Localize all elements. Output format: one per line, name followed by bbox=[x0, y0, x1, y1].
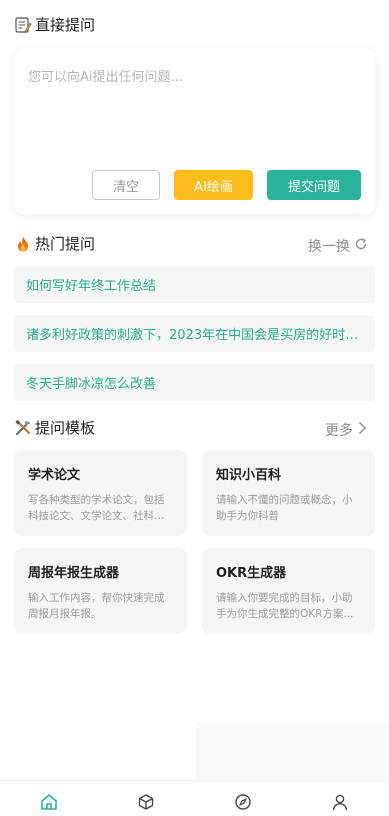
fire-icon bbox=[14, 235, 32, 253]
tab-explore[interactable] bbox=[135, 793, 157, 815]
tools-icon bbox=[14, 419, 32, 437]
template-title: 提问模板 bbox=[35, 419, 96, 437]
hot-question-text: 冬天手脚冰凉怎么改善 bbox=[26, 377, 157, 392]
refresh-label: 换一换 bbox=[308, 239, 350, 255]
home-icon bbox=[39, 792, 59, 816]
bottom-tab-bar bbox=[0, 780, 389, 815]
tab-profile[interactable] bbox=[329, 793, 351, 815]
refresh-link[interactable]: 换一换 bbox=[308, 236, 368, 256]
template-card-desc: 请输入你要完成的目标，小助手为你生成完整的OKR方案... bbox=[216, 592, 354, 620]
hot-question-text: 诸多利好政策的刺激下，2023年在中国会是买房的好时机吗？ bbox=[26, 328, 363, 343]
hot-question-item[interactable]: 冬天手脚冰凉怎么改善 bbox=[14, 364, 375, 401]
hot-question-text: 如何写好年终工作总结 bbox=[26, 279, 157, 294]
template-card-title: OKR生成器 bbox=[216, 566, 287, 581]
tab-home[interactable] bbox=[38, 793, 60, 815]
hot-title: 热门提问 bbox=[35, 235, 96, 253]
template-card-title: 周报年报生成器 bbox=[28, 566, 120, 581]
user-icon bbox=[331, 793, 349, 815]
template-section-title: 提问模板 bbox=[14, 417, 95, 438]
compass-icon bbox=[234, 793, 252, 815]
question-input[interactable] bbox=[28, 66, 358, 156]
template-card[interactable]: 知识小百科 请输入不懂的问题或概念，小助手为你科普 bbox=[202, 450, 375, 536]
memo-icon bbox=[14, 16, 32, 34]
refresh-icon bbox=[354, 237, 368, 255]
more-label: 更多 bbox=[325, 423, 353, 439]
tab-discover[interactable] bbox=[232, 793, 254, 815]
hot-question-item[interactable]: 如何写好年终工作总结 bbox=[14, 266, 375, 303]
more-templates-link[interactable]: 更多 bbox=[325, 420, 367, 440]
template-card[interactable]: OKR生成器 请输入你要完成的目标，小助手为你生成完整的OKR方案... bbox=[202, 548, 375, 634]
cube-icon bbox=[137, 793, 155, 815]
hot-section-title: 热门提问 bbox=[14, 233, 95, 254]
clear-button[interactable]: 清空 bbox=[92, 170, 160, 200]
template-card-desc: 请输入不懂的问题或概念，小助手为你科普 bbox=[216, 494, 353, 522]
template-card[interactable]: 周报年报生成器 输入工作内容，帮你快速完成周报月报年报。 bbox=[14, 548, 187, 634]
template-card[interactable]: 学术论文 写各种类型的学术论文，包括科技论文、文学论文、社科论文... bbox=[14, 450, 187, 536]
ask-title: 直接提问 bbox=[35, 16, 96, 34]
submit-question-button[interactable]: 提交问题 bbox=[267, 170, 361, 200]
template-card-desc: 输入工作内容，帮你快速完成周报月报年报。 bbox=[28, 592, 165, 620]
hot-question-item[interactable]: 诸多利好政策的刺激下，2023年在中国会是买房的好时机吗？ bbox=[14, 315, 375, 352]
template-card-desc: 写各种类型的学术论文，包括科技论文、文学论文、社科论文... bbox=[28, 494, 165, 522]
ai-draw-button[interactable]: AI绘画 bbox=[174, 170, 253, 200]
template-card-title: 知识小百科 bbox=[216, 468, 282, 483]
ask-card: 清空 AI绘画 提交问题 bbox=[14, 48, 375, 214]
ask-section-title: 直接提问 bbox=[14, 14, 95, 35]
template-card-title: 学术论文 bbox=[28, 468, 81, 483]
chevron-right-icon bbox=[357, 421, 367, 439]
